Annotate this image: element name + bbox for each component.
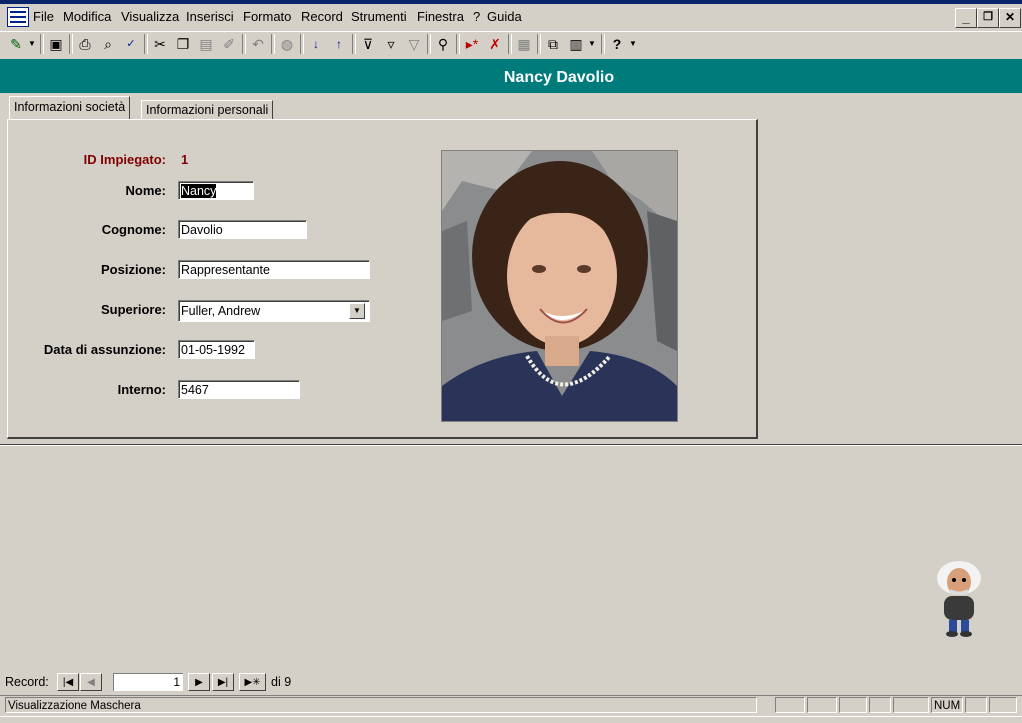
employee-portrait-image	[442, 151, 677, 421]
new-record-nav-button[interactable]: ▶✳	[239, 673, 266, 691]
first-record-button[interactable]: |◀	[57, 673, 79, 691]
office-assistant-icon[interactable]	[932, 556, 986, 638]
num-lock-indicator: NUM	[931, 697, 963, 713]
data-assunzione-label: Data di assunzione:	[43, 342, 166, 357]
paste-icon[interactable]: ▤	[196, 34, 216, 54]
toolbar-separator	[40, 34, 44, 54]
find-icon[interactable]: ⚲	[433, 34, 453, 54]
interno-label: Interno:	[117, 382, 166, 397]
previous-record-icon: ◀	[87, 677, 95, 688]
menu-visualizza[interactable]: Visualizza	[121, 9, 179, 24]
database-window-icon[interactable]: ⧉	[543, 34, 563, 54]
help-dropdown-icon[interactable]: ▼	[628, 34, 638, 54]
spelling-icon[interactable]: ✓	[121, 34, 141, 54]
minimize-button[interactable]: _	[955, 8, 977, 28]
cognome-field[interactable]: Davolio	[178, 220, 307, 239]
status-pane	[869, 697, 891, 713]
current-record-field[interactable]: 1	[113, 673, 183, 691]
hyperlink-icon[interactable]: ◍	[277, 34, 297, 54]
form-section-divider	[0, 444, 1022, 446]
last-record-button[interactable]: ▶|	[212, 673, 234, 691]
sort-descending-icon[interactable]: ↑	[329, 34, 349, 54]
view-design-icon[interactable]: ✎	[6, 34, 26, 54]
save-icon[interactable]: ▣	[46, 34, 66, 54]
menu-formato[interactable]: Formato	[243, 9, 291, 24]
new-record-icon[interactable]: ▸*	[462, 34, 482, 54]
toolbar-separator	[69, 34, 73, 54]
first-record-icon: |◀	[62, 677, 74, 688]
sort-ascending-icon[interactable]: ↓	[306, 34, 326, 54]
menu-file[interactable]: File	[33, 9, 54, 24]
delete-record-icon[interactable]: ✗	[485, 34, 505, 54]
close-button[interactable]: ✕	[999, 8, 1021, 28]
menu-strumenti[interactable]: Strumenti	[351, 9, 407, 24]
last-record-icon: ▶|	[217, 677, 229, 688]
undo-icon[interactable]: ↶	[248, 34, 268, 54]
view-dropdown-icon[interactable]: ▼	[27, 34, 37, 54]
id-impiegato-value: 1	[181, 152, 189, 167]
restore-button[interactable]: ❐	[977, 8, 999, 28]
toolbar-separator	[271, 34, 275, 54]
data-assunzione-field[interactable]: 01-05-1992	[178, 340, 255, 359]
help-icon[interactable]: ?	[607, 34, 627, 54]
status-pane	[893, 697, 929, 713]
toolbar-separator	[144, 34, 148, 54]
status-pane	[775, 697, 805, 713]
toolbar-separator	[352, 34, 356, 54]
status-pane	[989, 697, 1017, 713]
toolbar-separator	[601, 34, 605, 54]
menu-inserisci[interactable]: Inserisci	[186, 9, 234, 24]
filter-by-form-icon[interactable]: ▿	[381, 34, 401, 54]
nome-field[interactable]: Nancy	[178, 181, 254, 200]
print-icon[interactable]: ⎙	[75, 34, 95, 54]
nome-label: Nome:	[125, 183, 166, 198]
menu-modifica[interactable]: Modifica	[63, 9, 111, 24]
status-text: Visualizzazione Maschera	[5, 697, 757, 713]
employee-photo	[441, 150, 678, 422]
print-preview-icon[interactable]: ⌕	[98, 34, 118, 54]
menu-record[interactable]: Record	[301, 9, 343, 24]
previous-record-button[interactable]: ◀	[80, 673, 102, 691]
filter-by-selection-icon[interactable]: ⊽	[358, 34, 378, 54]
status-pane	[839, 697, 867, 713]
toolbar-separator	[300, 34, 304, 54]
toolbar-separator	[456, 34, 460, 54]
menu-finestra[interactable]: Finestra	[417, 9, 464, 24]
cognome-label: Cognome:	[101, 222, 166, 237]
properties-icon[interactable]: ▦	[514, 34, 534, 54]
menu-help-question[interactable]: ?	[473, 9, 480, 24]
employee-name-title: Nancy Davolio	[503, 69, 615, 86]
tab-informazioni-societa[interactable]: Informazioni società	[9, 96, 131, 119]
new-object-dropdown-icon[interactable]: ▼	[587, 34, 597, 54]
copy-icon[interactable]: ❐	[173, 34, 193, 54]
next-record-icon: ▶	[195, 677, 203, 688]
apply-filter-icon[interactable]: ▽	[404, 34, 424, 54]
nome-value: Nancy	[181, 184, 217, 198]
id-impiegato-label: ID Impiegato:	[83, 152, 166, 167]
menu-guida[interactable]: Guida	[487, 9, 522, 24]
tab-informazioni-personali[interactable]: Informazioni personali	[141, 100, 274, 119]
next-record-button[interactable]: ▶	[188, 673, 210, 691]
status-pane	[807, 697, 837, 713]
toolbar-separator	[508, 34, 512, 54]
posizione-field[interactable]: Rappresentante	[178, 260, 370, 279]
superiore-dropdown-button[interactable]: ▼	[349, 303, 365, 319]
toolbar-separator	[427, 34, 431, 54]
toolbar-separator	[537, 34, 541, 54]
record-total: di 9	[271, 675, 292, 689]
posizione-label: Posizione:	[100, 262, 166, 277]
interno-field[interactable]: 5467	[178, 380, 300, 399]
status-pane	[965, 697, 987, 713]
format-painter-icon[interactable]: ✐	[219, 34, 239, 54]
cut-icon[interactable]: ✂	[150, 34, 170, 54]
form-window-icon[interactable]	[7, 7, 29, 27]
superiore-combobox[interactable]: Fuller, Andrew	[178, 300, 370, 322]
superiore-value: Fuller, Andrew	[181, 304, 261, 318]
new-record-nav-icon: ▶✳	[244, 677, 261, 688]
new-object-icon[interactable]: ▥	[566, 34, 586, 54]
toolbar-separator	[242, 34, 246, 54]
record-label: Record:	[5, 675, 49, 689]
superiore-label: Superiore:	[100, 302, 166, 317]
